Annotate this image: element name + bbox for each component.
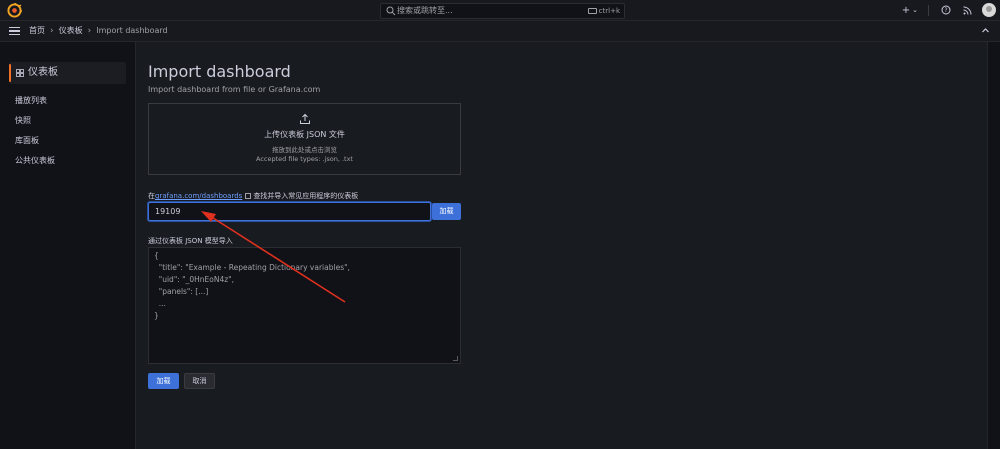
sidebar-item-playlists[interactable]: 播放列表	[15, 95, 47, 107]
top-bar: 搜索或跳转至... ctrl+k + ⌄ ?	[0, 0, 1000, 21]
dashboard-id-input[interactable]: 19109	[148, 202, 431, 221]
json-placeholder-line: {	[154, 251, 159, 260]
load-id-button[interactable]: 加载	[432, 203, 461, 220]
resize-handle-icon[interactable]	[453, 356, 458, 361]
json-placeholder-line: "title": "Example - Repeating Dictionary…	[154, 263, 350, 272]
right-gutter	[988, 42, 1000, 449]
active-indicator	[9, 64, 11, 82]
section-nav: 仪表板 播放列表 快照 库面板 公共仪表板	[0, 42, 135, 449]
json-model-label: 通过仪表板 JSON 模型导入	[148, 237, 233, 245]
news-button[interactable]	[963, 6, 972, 15]
cancel-button[interactable]: 取消	[184, 373, 215, 389]
sidebar-item-library-panels[interactable]: 库面板	[15, 135, 39, 147]
json-placeholder-line: ...	[154, 299, 166, 308]
help-icon: ?	[941, 5, 951, 15]
main-content: Import dashboard Import dashboard from f…	[135, 42, 988, 449]
external-link-icon	[245, 193, 252, 199]
dashboard-id-value: 19109	[155, 207, 181, 216]
grafana-com-link[interactable]: grafana.com/dashboards	[155, 192, 242, 200]
page-subtitle: Import dashboard from file or Grafana.co…	[148, 85, 321, 94]
grafana-com-label: 在grafana.com/dashboards 查找并导入常见应用程序的仪表板	[148, 192, 358, 201]
breadcrumb-home[interactable]: 首页	[29, 25, 45, 37]
search-shortcut-label: ctrl+k	[598, 7, 620, 15]
chevron-down-icon: ⌄	[912, 6, 918, 14]
json-placeholder-line: "panels": [...]	[154, 287, 209, 296]
load-button[interactable]: 加载	[148, 373, 179, 389]
search-icon	[386, 6, 396, 16]
menu-toggle-icon[interactable]	[9, 27, 20, 35]
top-right-actions: + ⌄ ?	[890, 2, 996, 18]
help-button[interactable]: ?	[941, 5, 951, 15]
upload-hint: 拖放到此处或点击浏览	[272, 146, 337, 154]
breadcrumb-bar: 首页 › 仪表板 › Import dashboard	[0, 21, 1000, 42]
chevron-up-icon[interactable]	[981, 26, 990, 35]
divider	[928, 4, 929, 16]
upload-title: 上传仪表板 JSON 文件	[264, 130, 345, 139]
breadcrumb: 首页 › 仪表板 › Import dashboard	[29, 25, 168, 37]
upload-icon	[300, 113, 310, 124]
search-bar[interactable]: 搜索或跳转至... ctrl+k	[380, 3, 625, 19]
rss-icon	[963, 6, 972, 15]
json-placeholder-line: "uid": "_0HnEoN4z",	[154, 275, 235, 284]
grafana-logo-icon[interactable]	[7, 3, 22, 18]
add-icon: +	[901, 4, 911, 16]
breadcrumb-dashboards[interactable]: 仪表板	[59, 25, 83, 37]
apps-grid-icon	[16, 69, 24, 77]
sidebar-item-dashboards[interactable]: 仪表板	[9, 62, 126, 84]
breadcrumb-separator-icon: ›	[50, 26, 54, 36]
grafana-com-suffix: 查找并导入常见应用程序的仪表板	[253, 192, 359, 200]
page-title: Import dashboard	[148, 62, 291, 81]
sidebar-title: 仪表板	[28, 67, 58, 78]
svg-text:?: ?	[944, 7, 947, 14]
search-placeholder: 搜索或跳转至...	[397, 6, 453, 15]
file-upload-dropzone[interactable]: 上传仪表板 JSON 文件 拖放到此处或点击浏览 Accepted file t…	[148, 103, 461, 175]
upload-accepted-types: Accepted file types: .json, .txt	[256, 155, 353, 163]
breadcrumb-current: Import dashboard	[96, 26, 168, 35]
grafana-com-prefix: 在	[148, 192, 155, 200]
sidebar-item-snapshots[interactable]: 快照	[15, 115, 31, 127]
breadcrumb-separator-icon: ›	[87, 26, 92, 36]
add-button[interactable]: + ⌄	[902, 5, 918, 16]
json-model-textarea[interactable]: { "title": "Example - Repeating Dictiona…	[148, 247, 461, 364]
json-placeholder-line: }	[154, 311, 159, 320]
user-avatar[interactable]	[982, 3, 996, 17]
sidebar-item-public-dashboards[interactable]: 公共仪表板	[15, 155, 55, 167]
keyboard-icon	[587, 8, 597, 14]
search-shortcut: ctrl+k	[587, 5, 620, 17]
